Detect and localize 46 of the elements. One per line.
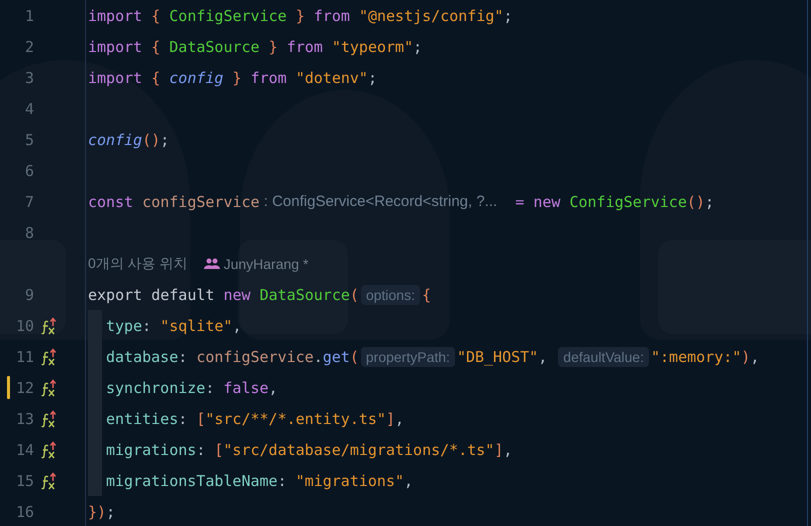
override-icon[interactable] xyxy=(41,378,57,396)
code-text: export default new DataSource( xyxy=(88,286,359,304)
usages-lens[interactable]: 0개의 사용 위치 xyxy=(88,254,188,272)
line-number: 14 xyxy=(14,440,34,458)
code-text: "DB_HOST", xyxy=(456,348,548,366)
line-number: 15 xyxy=(14,472,34,490)
code-text: entities: ["src/**/*.entity.ts"], xyxy=(106,410,404,428)
line-number: 7 xyxy=(24,192,34,210)
code-text: }); xyxy=(88,502,116,520)
people-icon xyxy=(204,258,220,270)
code-text: database: configService.get( xyxy=(106,348,359,366)
line-number: 1 xyxy=(24,6,34,24)
override-icon[interactable] xyxy=(41,348,57,366)
inlay-hint: propertyPath: xyxy=(360,346,455,366)
line-number: 12 xyxy=(14,378,34,396)
override-icon[interactable] xyxy=(41,472,57,490)
code-text: migrations: ["src/database/migrations/*.ts"], xyxy=(106,440,512,458)
line-number: 10 xyxy=(14,316,34,334)
code-text: synchronize: false, xyxy=(106,378,278,396)
line-number: 4 xyxy=(24,100,34,118)
code-text: type: "sqlite", xyxy=(106,316,242,334)
line-number: 6 xyxy=(24,162,34,180)
code-text: { xyxy=(422,286,432,304)
code-text: ":memory:"), xyxy=(650,348,760,366)
code-text: import { config } from "dotenv"; xyxy=(88,68,377,86)
author-lens[interactable]: JunyHarang * xyxy=(224,256,308,272)
line-number: 13 xyxy=(14,410,34,428)
line-number: 9 xyxy=(24,286,34,304)
line-number: 16 xyxy=(14,502,34,520)
code-text: = new ConfigService(); xyxy=(514,192,714,210)
inlay-hint: options: xyxy=(360,284,420,304)
type-hint: : ConfigService<Record<string, ?... xyxy=(262,193,498,210)
line-number: 3 xyxy=(24,68,34,86)
override-icon[interactable] xyxy=(41,316,57,334)
code-text: migrationsTableName: "migrations", xyxy=(106,472,414,490)
override-icon[interactable] xyxy=(41,440,57,458)
line-number: 2 xyxy=(24,38,34,56)
code-text: const configService xyxy=(88,192,260,210)
override-icon[interactable] xyxy=(41,410,57,428)
line-number: 8 xyxy=(24,224,34,242)
code-text: import { ConfigService } from "@nestjs/config"; xyxy=(88,6,512,24)
line-number: 11 xyxy=(14,348,34,366)
code-text: import { DataSource } from "typeorm"; xyxy=(88,38,422,56)
code-text: config(); xyxy=(88,130,170,148)
line-number: 5 xyxy=(24,130,34,148)
inlay-hint: defaultValue: xyxy=(558,346,649,366)
